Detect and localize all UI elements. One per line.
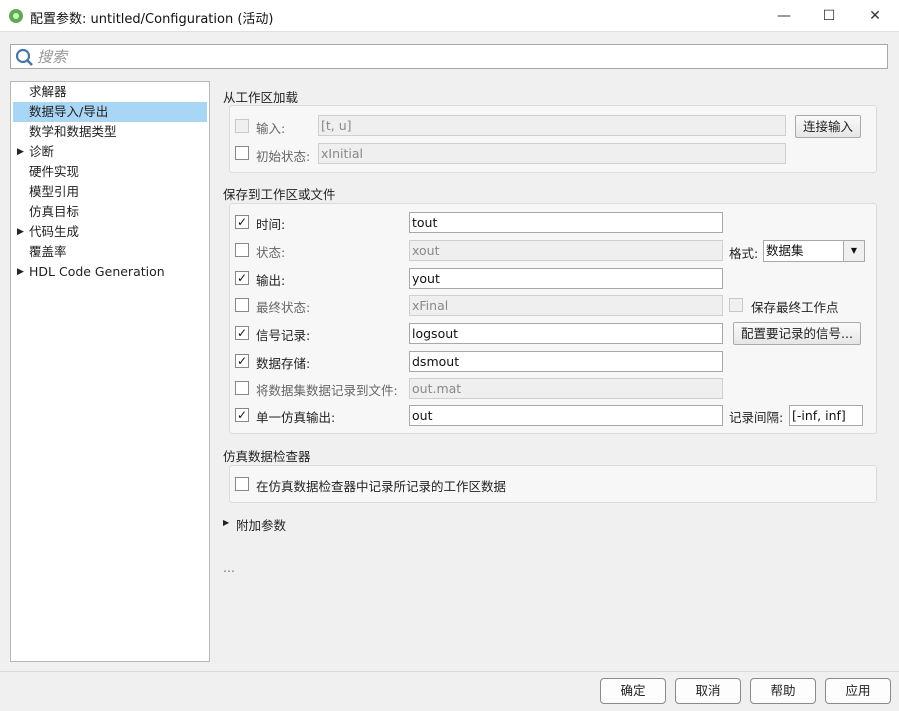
input-label: 输入: xyxy=(256,121,286,136)
tree-item[interactable]: ▶ 代码生成 xyxy=(13,222,207,242)
tree-item[interactable]: ▶ HDL Code Generation xyxy=(13,262,207,282)
tree-item[interactable]: 模型引用 xyxy=(13,182,207,202)
expand-arrow-icon[interactable]: ▶ xyxy=(17,222,24,242)
tree-item[interactable]: 覆盖率 xyxy=(13,242,207,262)
input-checkbox[interactable] xyxy=(235,119,249,133)
tree-item-label: 代码生成 xyxy=(29,224,80,239)
save-row-field[interactable]: xFinal xyxy=(409,295,723,316)
tree-item-label: HDL Code Generation xyxy=(29,264,165,279)
tree-item[interactable]: 数据导入/导出 xyxy=(13,102,207,122)
ok-button[interactable]: 确定 xyxy=(600,678,666,704)
save-row-label: 状态: xyxy=(256,245,286,260)
tree-item-label: 覆盖率 xyxy=(29,244,67,259)
interval-label: 记录间隔: xyxy=(729,410,784,425)
interval-field[interactable]: [-inf, inf] xyxy=(789,405,863,426)
save-row-label: 单一仿真输出: xyxy=(256,410,336,425)
save-row-checkbox[interactable] xyxy=(235,243,249,257)
footer-divider xyxy=(0,671,899,672)
save-row-checkbox[interactable]: ✓ xyxy=(235,408,249,422)
initial-state-label: 初始状态: xyxy=(256,149,311,164)
tree-item-label: 仿真目标 xyxy=(29,204,80,219)
chevron-down-icon[interactable]: ▼ xyxy=(843,241,864,261)
tree-item-label: 数学和数据类型 xyxy=(29,124,117,139)
save-row-label: 将数据集数据记录到文件: xyxy=(256,383,398,398)
sdi-checkbox[interactable] xyxy=(235,477,249,491)
apply-button[interactable]: 应用 xyxy=(825,678,891,704)
sdi-heading: 仿真数据检查器 xyxy=(223,449,311,464)
save-row-label: 时间: xyxy=(256,217,286,232)
save-row-field[interactable]: dsmout xyxy=(409,351,723,372)
save-row-field[interactable]: tout xyxy=(409,212,723,233)
additional-params-toggle[interactable]: 附加参数 xyxy=(236,515,286,534)
input-field[interactable]: [t, u] xyxy=(318,115,786,136)
tree-item[interactable]: 硬件实现 xyxy=(13,162,207,182)
save-final-op-checkbox[interactable] xyxy=(729,298,743,312)
tree-item-label: 数据导入/导出 xyxy=(29,104,109,119)
initial-state-field[interactable]: xInitial xyxy=(318,143,786,164)
tree-item[interactable]: ▶ 诊断 xyxy=(13,142,207,162)
configure-signals-button[interactable]: 配置要记录的信号... xyxy=(733,322,861,345)
save-row-label: 信号记录: xyxy=(256,328,311,343)
save-row-checkbox[interactable]: ✓ xyxy=(235,271,249,285)
save-row-field[interactable]: out.mat xyxy=(409,378,723,399)
format-select[interactable]: 数据集 ▼ xyxy=(763,240,865,262)
tree-item[interactable]: 仿真目标 xyxy=(13,202,207,222)
tree-item[interactable]: 数学和数据类型 xyxy=(13,122,207,142)
expand-arrow-icon[interactable]: ▶ xyxy=(17,142,24,162)
expand-arrow-icon[interactable]: ▶ xyxy=(17,262,24,282)
ellipsis: ... xyxy=(223,560,235,575)
save-row-checkbox[interactable]: ✓ xyxy=(235,326,249,340)
save-row-checkbox[interactable]: ✓ xyxy=(235,354,249,368)
save-row-field[interactable]: logsout xyxy=(409,323,723,344)
cancel-button[interactable]: 取消 xyxy=(675,678,741,704)
save-row-label: 输出: xyxy=(256,273,286,288)
save-row-label: 最终状态: xyxy=(256,300,311,315)
connect-input-button[interactable]: 连接输入 xyxy=(795,115,861,138)
save-row-field[interactable]: xout xyxy=(409,240,723,261)
save-row-field[interactable]: out xyxy=(409,405,723,426)
tree-item-label: 模型引用 xyxy=(29,184,80,199)
save-row-label: 数据存储: xyxy=(256,356,311,371)
save-row-checkbox[interactable]: ✓ xyxy=(235,215,249,229)
search-input[interactable] xyxy=(37,47,877,66)
save-row-field[interactable]: yout xyxy=(409,268,723,289)
load-heading: 从工作区加载 xyxy=(223,90,299,105)
window-title: 配置参数: untitled/Configuration (活动) xyxy=(30,12,274,27)
maximize-button[interactable]: ☐ xyxy=(806,0,852,32)
search-icon xyxy=(15,48,33,66)
format-value: 数据集 xyxy=(766,243,804,258)
tree-item[interactable]: 求解器 xyxy=(13,82,207,102)
initial-state-checkbox[interactable] xyxy=(235,146,249,160)
help-button[interactable]: 帮助 xyxy=(750,678,816,704)
tree-item-label: 诊断 xyxy=(29,144,55,159)
save-heading: 保存到工作区或文件 xyxy=(223,187,336,202)
search-box[interactable] xyxy=(10,44,888,69)
save-group xyxy=(229,203,877,434)
tree-item-label: 求解器 xyxy=(29,84,67,99)
save-row-checkbox[interactable] xyxy=(235,381,249,395)
title-bar: 配置参数: untitled/Configuration (活动) — ☐ ✕ xyxy=(0,0,899,32)
expand-arrow-icon[interactable]: ▶ xyxy=(223,518,229,527)
category-tree: 求解器数据导入/导出 数学和数据类型 ▶ 诊断硬件实现模型引用仿真目标 ▶ 代码生成覆盖率… xyxy=(10,81,210,662)
tree-item-label: 硬件实现 xyxy=(29,164,80,179)
simulink-gear-icon xyxy=(9,9,23,23)
minimize-button[interactable]: — xyxy=(761,0,807,32)
save-row-checkbox[interactable] xyxy=(235,298,249,312)
format-label: 格式: xyxy=(729,246,759,261)
close-button[interactable]: ✕ xyxy=(852,0,898,32)
save-final-op-label: 保存最终工作点 xyxy=(751,300,839,315)
sdi-label: 在仿真数据检查器中记录所记录的工作区数据 xyxy=(256,479,507,494)
